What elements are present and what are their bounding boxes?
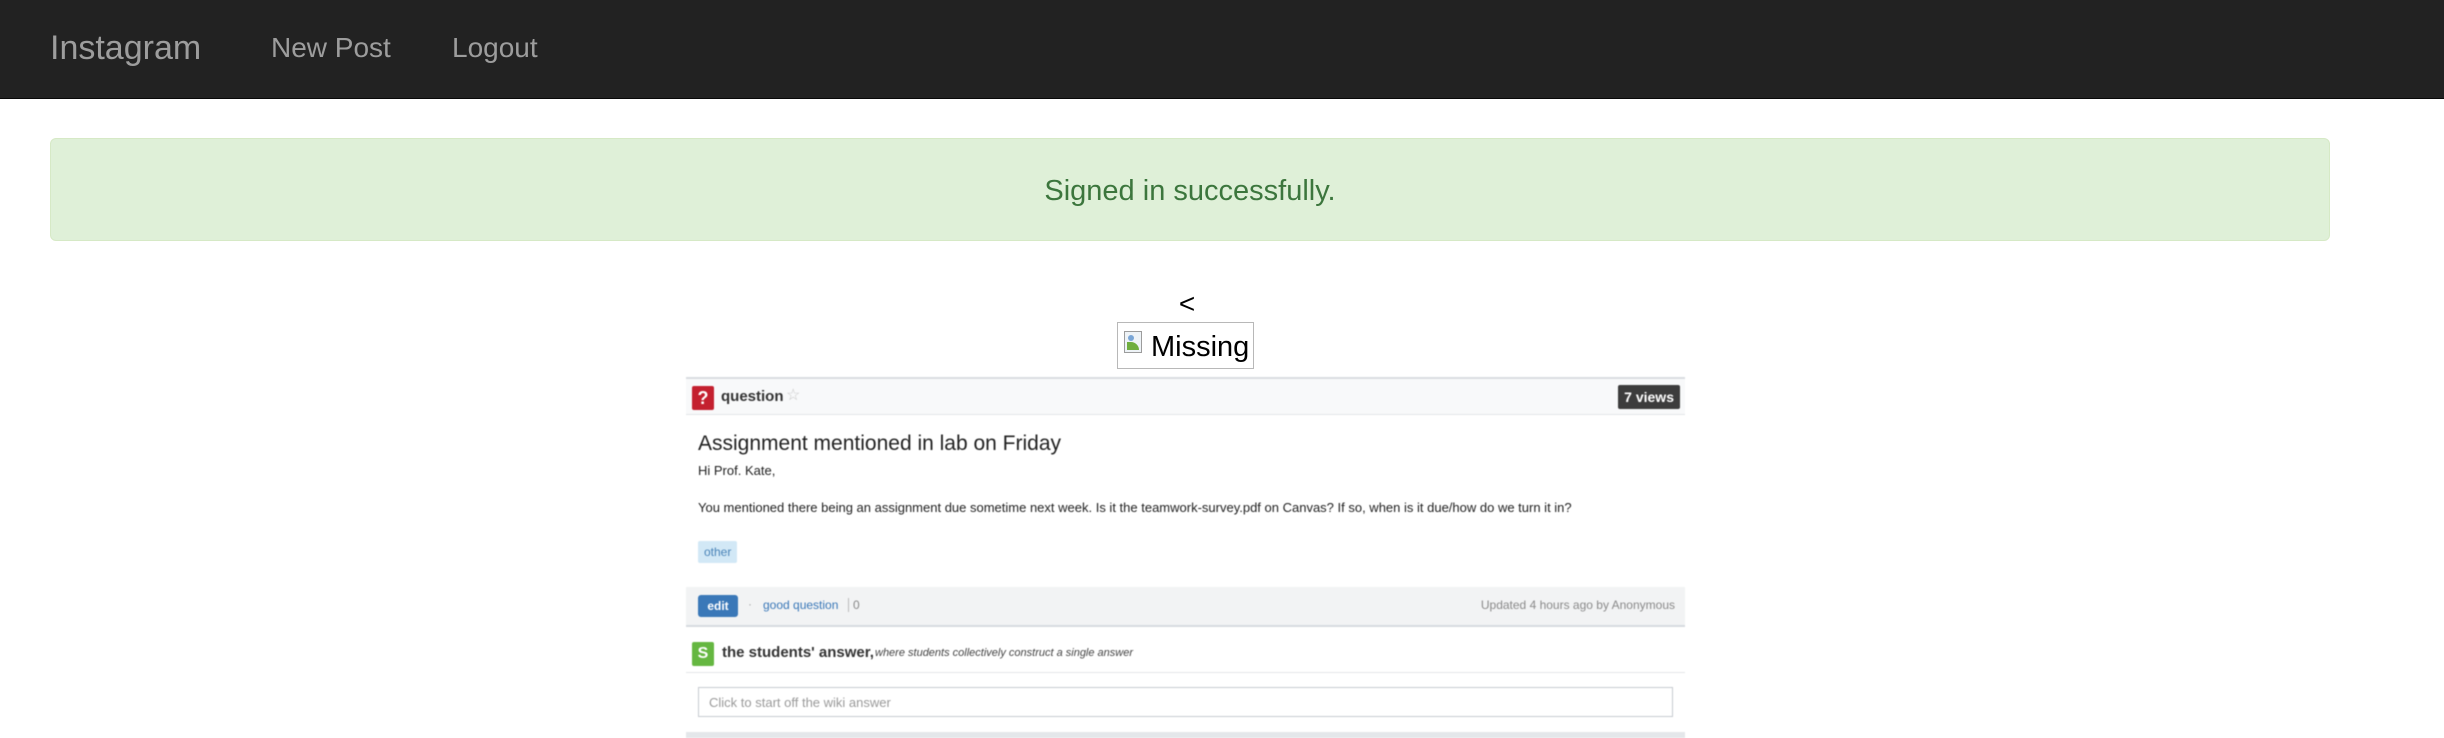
wiki-answer-placeholder: Click to start off the wiki answer xyxy=(709,695,891,710)
question-header: ? question ☆ 7 views xyxy=(686,379,1685,415)
top-navbar: Instagram New Post Logout xyxy=(0,0,2444,99)
question-tag: other xyxy=(698,541,738,563)
question-type-label: question xyxy=(721,388,784,405)
good-question-link: good question xyxy=(763,598,839,612)
students-answer-subtitle: where students collectively construct a … xyxy=(875,647,1134,659)
flash-notice: Signed in successfully. xyxy=(50,138,2330,241)
brand-link[interactable]: Instagram xyxy=(50,26,201,70)
students-answer-icon: S xyxy=(692,642,714,666)
question-greeting: Hi Prof. Kate, xyxy=(698,463,776,478)
flash-message: Signed in successfully. xyxy=(1044,175,1336,207)
broken-image-icon xyxy=(1124,331,1142,353)
question-mark-icon: ? xyxy=(692,386,714,410)
new-post-link[interactable]: New Post xyxy=(271,30,391,66)
image-alt-text: Missing xyxy=(1151,331,1250,363)
question-body: You mentioned there being an assignment … xyxy=(698,500,1572,515)
students-answer-label: the students' answer, xyxy=(722,644,874,661)
students-answer-header: S the students' answer, where students c… xyxy=(686,635,1685,673)
screenshot-bottom-edge xyxy=(686,732,1685,738)
wiki-answer-input: Click to start off the wiki answer xyxy=(698,687,1673,717)
edit-button: edit xyxy=(698,595,738,617)
question-actions-bar: edit · good question 0 Updated 4 hours a… xyxy=(686,587,1685,627)
question-title: Assignment mentioned in lab on Friday xyxy=(698,432,1062,455)
star-icon: ☆ xyxy=(786,387,801,404)
post-screenshot: ? question ☆ 7 views Assignment mentione… xyxy=(686,377,1685,738)
logout-link[interactable]: Logout xyxy=(452,30,538,66)
separator-dot: · xyxy=(748,597,752,611)
good-question-count: 0 xyxy=(848,598,860,612)
views-badge: 7 views xyxy=(1618,385,1680,409)
post-image: Missing xyxy=(1117,322,1254,369)
updated-info: Updated 4 hours ago by Anonymous xyxy=(1480,598,1675,612)
previous-post-link[interactable]: < xyxy=(1172,287,1202,321)
